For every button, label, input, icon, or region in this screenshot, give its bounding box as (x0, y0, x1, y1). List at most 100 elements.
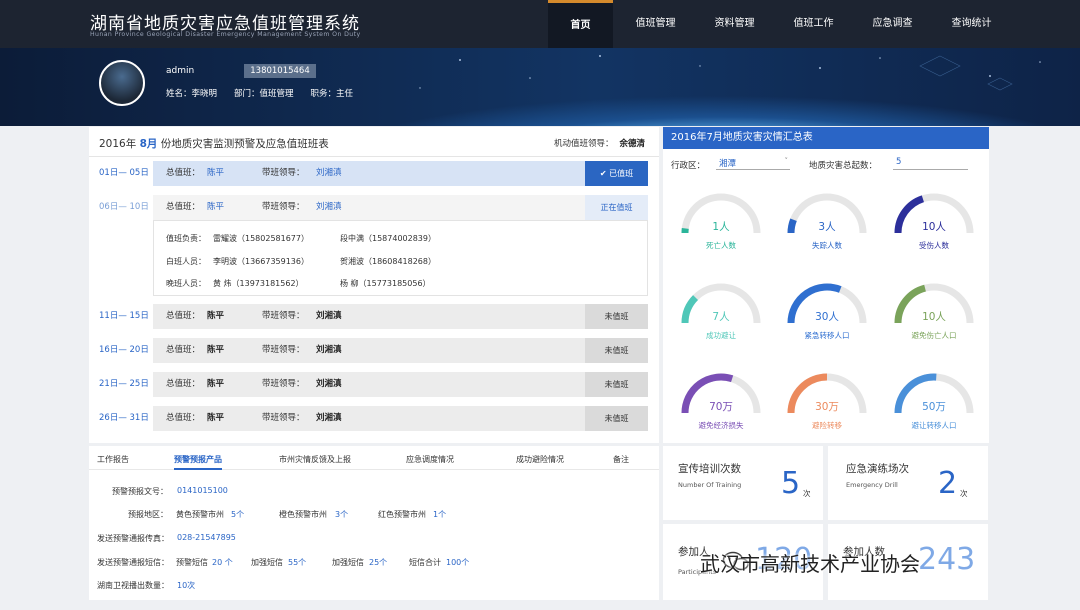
tab-avoidance[interactable]: 成功避险情况 (516, 454, 564, 465)
nav-emergency-survey[interactable]: 应急调查 (860, 0, 925, 48)
schedule-row: 06日— 10日 总值班： 陈平 带班领导： 刘湘滇 正在值班 (89, 195, 659, 220)
leader-name: 刘湘滇 (316, 345, 342, 355)
date-range: 26日— 31日 (99, 413, 149, 423)
drill-label: 应急演练场次 (846, 463, 909, 475)
user-title: 职务：主任 (310, 89, 354, 99)
sms3-label: 加强短信 (332, 558, 364, 567)
status-current-button[interactable]: 正在值班 (585, 195, 648, 220)
user-banner (0, 48, 1080, 126)
status-pending-button[interactable]: 未值班 (585, 304, 648, 329)
watermark-text: 武汉市高新技术产业协会 (700, 552, 920, 576)
status-label: 已值班 (609, 169, 634, 178)
schedule-row: 21日— 25日 总值班： 陈平 带班领导： 刘湘滇 未值班 (89, 372, 659, 397)
report-tabs: 工作报告 预警预报产品 市州灾情反馈及上报 应急调度情况 成功避险情况 备注 (89, 454, 659, 470)
banner-stars (419, 55, 1041, 91)
leader-label: 带班领导： (262, 168, 305, 178)
chief-name: 陈平 (207, 168, 225, 178)
tab-warning-products[interactable]: 预警预报产品 (174, 454, 222, 470)
red-value: 1个 (433, 510, 447, 519)
row-body: 总值班： 陈平 带班领导： 刘湘滇 正在值班 (153, 195, 648, 220)
sms1-label: 预警短信 (176, 558, 208, 567)
leader-label: 带班领导： (262, 379, 305, 389)
gauge-label: 避让转移人口 (911, 421, 957, 430)
tab-dispatch[interactable]: 应急调度情况 (406, 454, 454, 465)
gauge-label: 成功避让 (706, 331, 736, 340)
chief-name: 陈平 (207, 413, 225, 423)
chevron-down-icon: ˅ (784, 157, 789, 165)
drill-unit: 次 (960, 489, 968, 498)
doc-label: 预警预报文号： (112, 487, 168, 496)
gauge-value: 30万 (815, 401, 839, 413)
gauge-loss-avoided: 70万 避免经济损失 (676, 369, 766, 449)
row-body: 总值班： 陈平 带班领导： 刘湘滇 未值班 (153, 406, 648, 431)
summary-title: 2016年7月地质灾害灾情汇总表 (663, 127, 989, 149)
fax-value: 028-21547895 (177, 533, 236, 542)
training-en: Number Of Training (678, 481, 742, 489)
schedule-title-text: 份地质灾害监测预警及应急值班班表 (160, 138, 329, 150)
status-pending-button[interactable]: 未值班 (585, 406, 648, 431)
nav-query-statistics[interactable]: 查询统计 (939, 0, 1004, 48)
tab-notes[interactable]: 备注 (613, 454, 629, 465)
row-body: 总值班： 陈平 带班领导： 刘湘滇 未值班 (153, 372, 648, 397)
user-info: 姓名：李晓明 部门：值班管理 职务：主任 (166, 87, 370, 99)
total-field[interactable]: 5 (893, 157, 968, 170)
chief-name: 陈平 (207, 345, 225, 355)
tab-work-report[interactable]: 工作报告 (97, 454, 129, 465)
detail-person: 杨 柳（15773185056） (340, 279, 431, 288)
sms4-value: 100个 (446, 558, 470, 567)
leader-label: 带班领导： (262, 311, 305, 321)
gauge-deaths: 1人死亡人数 (676, 189, 766, 269)
gauge-label: 避免伤亡人口 (911, 331, 957, 340)
drill-value: 2 (938, 466, 958, 501)
schedule-month[interactable]: 8月 (140, 138, 158, 150)
gauge-value: 10人 (922, 311, 946, 323)
leader-name: 刘湘滇 (316, 311, 342, 321)
gauge-value: 30人 (815, 311, 839, 323)
gauge-casualty-avoided: 10人避免伤亡人口 (889, 279, 979, 359)
chief-name: 陈平 (207, 202, 225, 212)
detail-person: 黄 炜（13973181562） (213, 279, 304, 288)
status-pending-button[interactable]: 未值班 (585, 372, 648, 397)
date-range: 06日— 10日 (99, 202, 149, 212)
nav-home[interactable]: 首页 (548, 0, 613, 48)
chief-label: 总值班： (166, 168, 201, 178)
sms2-value: 55个 (288, 558, 307, 567)
gauge-label: 死亡人数 (706, 241, 736, 250)
detail-label: 白班人员： (166, 257, 206, 266)
avatar[interactable] (99, 60, 145, 106)
nav-duty-work[interactable]: 值班工作 (781, 0, 846, 48)
gauge-avoided: 7人 成功避让 (676, 279, 766, 359)
chief-label: 总值班： (166, 311, 201, 321)
drill-card: 应急演练场次 Emergency Drill 2 次 (828, 446, 988, 520)
detail-person: 雷耀波（15802581677） (213, 234, 309, 243)
leader-label: 带班领导： (262, 345, 305, 355)
chief-label: 总值班： (166, 345, 201, 355)
status-done-button[interactable]: ✔ 已值班 (585, 161, 648, 186)
status-pending-button[interactable]: 未值班 (585, 338, 648, 363)
training-unit: 次 (803, 489, 811, 498)
orange-value: 3个 (335, 510, 349, 519)
app-subtitle: Hunan Province Geological Disaster Emerg… (90, 31, 361, 38)
chief-label: 总值班： (166, 202, 201, 212)
leader-name: 刘湘滇 (316, 202, 342, 212)
gauge-value: 1人 (712, 221, 730, 233)
region-label: 行政区： (671, 161, 706, 171)
region-select[interactable]: 湘潭 ˅ (716, 157, 790, 170)
gauge-label: 失踪人数 (812, 241, 842, 250)
gauge-risk-transfer: 30万 避险转移 (782, 369, 872, 449)
tab-disaster-feedback[interactable]: 市州灾情反馈及上报 (279, 454, 351, 465)
doc-value: 0141015100 (177, 486, 228, 495)
schedule-row: 01日— 05日 总值班： 陈平 带班领导： 刘湘滇 ✔ 已值班 (89, 161, 659, 186)
total-label: 地质灾害总起数： (809, 161, 878, 171)
orange-label: 橙色预警市州 (279, 510, 327, 519)
nav-duty-management[interactable]: 值班管理 (623, 0, 688, 48)
fax-label: 发送预警通报传真： (97, 534, 169, 543)
drill-en: Emergency Drill (846, 481, 898, 489)
detail-person: 李明波（13667359136） (213, 257, 309, 266)
sms4-label: 短信合计 (409, 558, 441, 567)
gauge-label: 避免经济损失 (698, 421, 744, 430)
gauge-value: 50万 (922, 401, 946, 413)
row-body: 总值班： 陈平 带班领导： 刘湘滇 未值班 (153, 304, 648, 329)
nav-document-management[interactable]: 资料管理 (702, 0, 767, 48)
leader-name: 刘湘滇 (316, 379, 342, 389)
